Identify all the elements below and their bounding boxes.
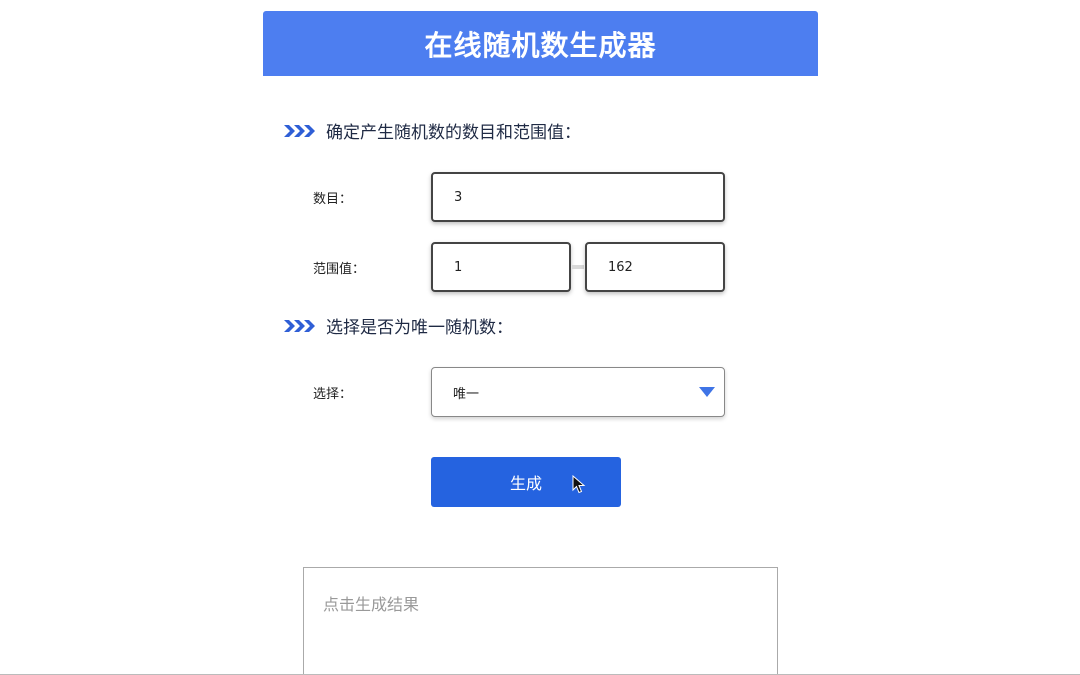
- page: 在线随机数生成器 确定产生随机数的数目和范围值： 数目： 3 范围值： 1 16…: [0, 0, 1080, 675]
- generate-button-label: 生成: [509, 474, 542, 493]
- count-input[interactable]: 3: [431, 172, 725, 222]
- section-title: 确定产生随机数的数目和范围值：: [326, 123, 581, 143]
- range-min-input[interactable]: 1: [431, 242, 571, 292]
- select-label: 选择：: [313, 387, 353, 402]
- page-title: 在线随机数生成器: [424, 28, 657, 62]
- result-placeholder: 点击生成结果: [323, 595, 420, 614]
- count-value: 3: [454, 189, 463, 205]
- range-max-input[interactable]: 162: [585, 242, 725, 292]
- header-bar: 在线随机数生成器: [263, 11, 818, 76]
- chevron-down-icon[interactable]: [699, 387, 715, 397]
- range-min-value: 1: [454, 259, 463, 275]
- result-output[interactable]: 点击生成结果: [303, 567, 778, 675]
- generate-button[interactable]: 生成: [431, 457, 621, 507]
- chevrons-right-icon: [284, 318, 318, 334]
- chevrons-right-icon: [284, 123, 318, 139]
- range-max-value: 162: [608, 259, 633, 275]
- section-title: 选择是否为唯一随机数：: [326, 318, 513, 338]
- unique-select[interactable]: 唯一: [431, 367, 725, 417]
- section-count-range: 确定产生随机数的数目和范围值：: [284, 118, 581, 143]
- range-label: 范围值：: [313, 262, 366, 277]
- section-unique: 选择是否为唯一随机数：: [284, 313, 513, 338]
- range-separator: [572, 265, 584, 269]
- mouse-cursor-icon: [572, 475, 586, 494]
- count-label: 数目：: [313, 192, 353, 207]
- unique-select-value: 唯一: [453, 386, 480, 402]
